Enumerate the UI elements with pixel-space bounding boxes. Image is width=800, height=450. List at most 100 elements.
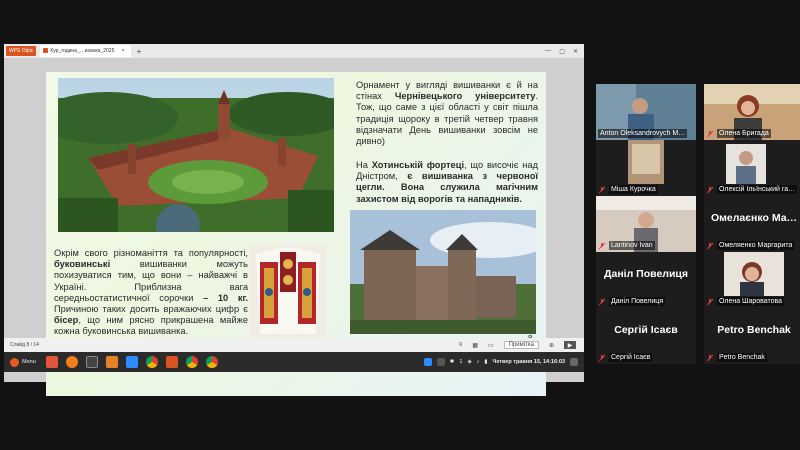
menu-icon — [10, 357, 19, 367]
participant-name: Anton Oleksandrovych M… — [598, 129, 688, 138]
firefox-icon[interactable] — [65, 356, 78, 368]
fortress-photo — [350, 210, 536, 334]
participant-name: Олена Шароватова — [717, 297, 785, 306]
participant-name: Міша Курочка — [609, 185, 658, 194]
participant-name-row: Олексій Ільїнський га… — [706, 185, 800, 194]
view-sorter-icon[interactable]: ▦ — [472, 342, 478, 349]
mic-off-icon — [598, 298, 606, 305]
slide-counter: Слайд 8 / 14 — [10, 342, 39, 348]
bukovina-text: Окрім свого різноманіття та популярності… — [54, 248, 248, 338]
browser-tab-bar: WPS Офіс Кур_година_…изанка_2025 × + — ▢… — [4, 44, 584, 58]
window-controls: — ▢ ✕ — [545, 48, 584, 55]
play-slideshow-button[interactable]: ▶ — [564, 341, 576, 349]
mic-off-icon — [598, 242, 606, 249]
show-desktop-button[interactable] — [570, 358, 578, 366]
system-tray: ✱ 1 ◈ ♪ ▮ Четвер травня 15, 14:16:03 — [423, 358, 584, 366]
participant-name-row: Міша Курочка — [598, 185, 694, 194]
view-normal-icon[interactable]: ≡ — [459, 342, 463, 348]
keyboard-layout-indicator[interactable]: 1 — [459, 359, 462, 365]
participant-tile-serhii[interactable]: Сергій Ісаєв Сергій Ісаєв — [596, 308, 696, 364]
participant-tile-anton[interactable]: Anton Oleksandrovych M… — [596, 84, 696, 140]
participant-tile-omeliaienko[interactable]: Омелаєнко Ма… Омеляенко Маргарита — [704, 196, 800, 252]
university-photo — [58, 78, 334, 232]
participant-tile-danil[interactable]: Даніл Повелиця Даніл Повелиця — [596, 252, 696, 308]
participant-tile-oleksii[interactable]: Олексій Ільїнський га… — [704, 140, 800, 196]
close-window-icon[interactable]: ✕ — [573, 48, 578, 55]
clock[interactable]: Четвер травня 15, 14:16:03 — [492, 359, 565, 365]
folder-icon[interactable] — [105, 356, 118, 368]
zoom-tray-icon[interactable] — [423, 358, 432, 366]
participant-name: Сергій Ісаєв — [609, 353, 653, 362]
battery-icon[interactable]: ▮ — [484, 359, 487, 365]
mic-off-icon — [706, 186, 714, 193]
files-icon[interactable] — [45, 356, 58, 368]
bukovina-text-a: Окрім свого різноманіття та популярності… — [54, 248, 248, 258]
mic-off-icon — [706, 354, 714, 361]
document-tab-label: Кур_година_…изанка_2025 — [50, 48, 115, 54]
participant-tile-olena-bryhada[interactable]: Олена Бригада — [704, 84, 800, 140]
participant-tile-petro[interactable]: Petro Benchak Petro Benchak — [704, 308, 800, 364]
os-taskbar: Menu ✱ 1 ◈ ♪ ▮ Четвер травня 15, 14:16:0… — [4, 352, 584, 372]
fortress-text: На Хотинській фортеці, що височіє над Дн… — [356, 160, 538, 205]
participant-name-row: Олена Бригада — [706, 129, 800, 138]
participant-display-name: Омелаєнко Ма… — [710, 212, 798, 224]
participant-name-row: Олена Шароватова — [706, 297, 800, 306]
terminal-icon[interactable] — [85, 356, 98, 368]
start-menu-button[interactable]: Menu — [4, 357, 42, 367]
participant-display-name: Даніл Повелиця — [604, 268, 688, 280]
new-tab-button[interactable]: + — [137, 47, 142, 56]
participant-tile-lantinov[interactable]: Lantinov Ivan — [596, 196, 696, 252]
participant-name: Олена Бригада — [717, 129, 771, 138]
close-tab-icon[interactable]: × — [122, 48, 125, 54]
maximize-icon[interactable]: ▢ — [559, 48, 565, 55]
bluetooth-icon[interactable]: ✱ — [450, 359, 455, 365]
input-tray-icon[interactable] — [436, 358, 445, 366]
participant-tile-misha[interactable]: Міша Курочка — [596, 140, 696, 196]
bukovina-text-bold-1: буковинські — [54, 259, 111, 270]
mic-off-icon — [706, 298, 714, 305]
mic-off-icon — [598, 354, 606, 361]
start-menu-label: Menu — [22, 359, 36, 365]
participant-name: Lantinov Ivan — [609, 241, 655, 250]
mic-off-icon — [706, 130, 714, 137]
participant-name-row: Lantinov Ivan — [598, 241, 694, 250]
chrome-icon-3[interactable] — [205, 356, 218, 368]
shared-screen: WPS Офіс Кур_година_…изанка_2025 × + — ▢… — [4, 44, 584, 396]
app-menu-button[interactable]: WPS Офіс — [6, 46, 37, 56]
zoom-app-icon[interactable] — [125, 356, 138, 368]
minimize-icon[interactable]: — — [545, 48, 551, 55]
participant-name-row: Даніл Повелиця — [598, 297, 694, 306]
meeting-window: WPS Офіс Кур_година_…изанка_2025 × + — ▢… — [0, 0, 800, 450]
network-icon[interactable]: ◈ — [467, 359, 471, 365]
participant-name-row: Сергій Ісаєв — [598, 353, 694, 362]
chrome-icon-2[interactable] — [185, 356, 198, 368]
chrome-icon[interactable] — [145, 356, 158, 368]
fortress-text-bold-1: Хотинській фортеці — [371, 160, 465, 170]
participant-name: Олексій Ільїнський га… — [717, 185, 798, 194]
wps-presentation-icon[interactable] — [165, 356, 178, 368]
view-reading-icon[interactable]: ▭ — [488, 342, 494, 349]
participant-name: Даніл Повелиця — [609, 297, 666, 306]
volume-icon[interactable]: ♪ — [477, 359, 480, 365]
presentation-status-bar: Слайд 8 / 14 ≡ ▦ ▭ Примітка ⊕ ▶ — [4, 338, 584, 352]
mic-off-icon — [598, 186, 606, 193]
participant-display-name: Сергій Ісаєв — [614, 324, 678, 336]
participant-tile-olena-sharovatova[interactable]: Олена Шароватова — [704, 252, 800, 308]
participant-name: Омеляенко Маргарита — [717, 241, 795, 250]
university-text-bold: Чернівецького університету — [394, 91, 536, 102]
notes-button[interactable]: Примітка — [503, 341, 539, 349]
participant-name: Petro Benchak — [717, 353, 767, 362]
document-tab[interactable]: Кур_година_…изанка_2025 × — [40, 45, 131, 57]
zoom-icon[interactable]: ⊕ — [549, 342, 554, 349]
fortress-text-a: На — [356, 160, 372, 170]
participant-name-row: Anton Oleksandrovych M… — [598, 129, 694, 138]
participant-name-row: Омеляенко Маргарита — [706, 241, 800, 250]
bukovina-text-bold-3: бісер — [54, 315, 79, 326]
presentation-canvas: Орнамент у вигляді вишиванки є й на стін… — [4, 58, 584, 396]
embroidered-shirt-photo — [250, 244, 326, 342]
bukovina-text-bold-2: – 10 кг. — [203, 292, 248, 303]
bukovina-text-c: Причиною таких досить вражаючих цифр є — [54, 304, 248, 315]
mic-off-icon — [706, 242, 714, 249]
university-text: Орнамент у вигляді вишиванки є й на стін… — [356, 80, 538, 147]
view-controls: ≡ ▦ ▭ Примітка ⊕ ▶ — [459, 341, 584, 349]
